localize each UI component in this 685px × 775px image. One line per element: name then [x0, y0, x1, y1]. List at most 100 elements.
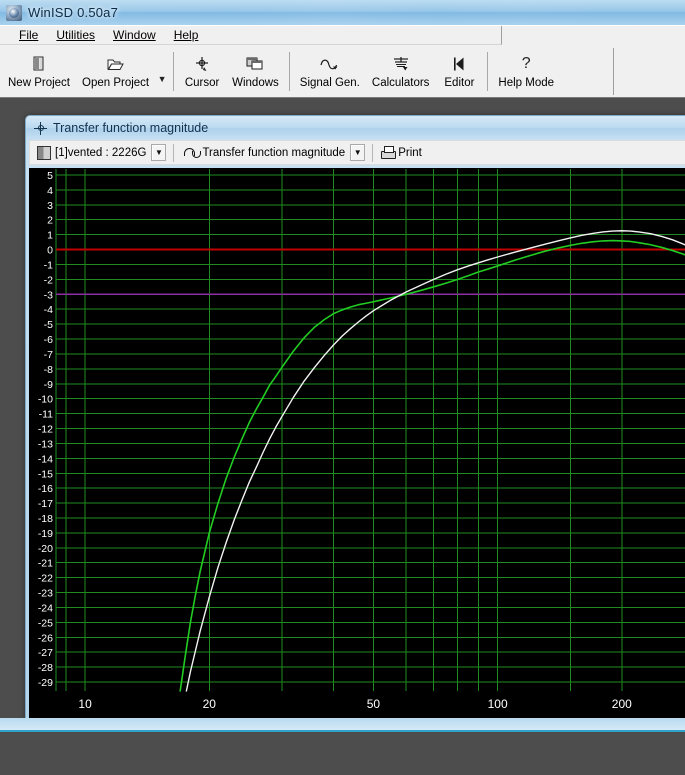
x-tick-label: 20: [203, 697, 217, 711]
waveform-icon: [184, 146, 202, 160]
signal-gen-icon: [319, 53, 341, 75]
application-title-bar[interactable]: WinISD 0.50a7: [0, 0, 685, 25]
toolbar-label-editor: Editor: [444, 77, 475, 89]
project-selector-dropdown-arrow[interactable]: ▼: [151, 144, 167, 161]
y-tick-label: -21: [38, 558, 53, 570]
toolbar-button-editor[interactable]: Editor: [435, 48, 483, 95]
toolbar-label-cursor: Cursor: [184, 77, 220, 89]
y-tick-label: -5: [44, 319, 53, 331]
toolbar-label-help-mode: Help Mode: [498, 77, 555, 89]
application-title: WinISD 0.50a7: [28, 5, 119, 20]
y-tick-label: -1: [44, 259, 53, 271]
new-project-icon: [32, 53, 46, 75]
menu-item-utilities[interactable]: Utilities: [47, 27, 104, 43]
menu-item-window[interactable]: Window: [104, 27, 165, 43]
x-tick-label: 200: [612, 697, 632, 711]
desktop-lower-strip: [0, 730, 685, 775]
toolbar-button-windows[interactable]: Windows: [226, 48, 285, 95]
y-tick-label: -26: [38, 632, 53, 644]
toolbar-separator-1: [173, 52, 175, 91]
child-window-toolbar: [1]vented : 2226G ▼ Transfer function ma…: [29, 140, 685, 165]
y-tick-label: 4: [47, 185, 53, 197]
graph-selector-dropdown-arrow[interactable]: ▼: [350, 144, 366, 161]
child-window-title-bar[interactable]: Transfer function magnitude: [26, 116, 685, 140]
y-tick-label: -25: [38, 617, 53, 629]
help-mode-icon: ?: [521, 55, 531, 72]
menu-item-help[interactable]: Help: [165, 27, 208, 43]
project-selector[interactable]: [1]vented : 2226G ▼: [33, 143, 168, 162]
project-selector-value: [1]vented : 2226G: [55, 146, 147, 159]
y-tick-label: -15: [38, 468, 53, 480]
menu-item-help-label: Help: [173, 28, 199, 42]
y-tick-label: -9: [44, 379, 53, 391]
editor-icon: [451, 53, 467, 75]
y-tick-label: -14: [38, 453, 53, 465]
toolbar-button-help-mode[interactable]: ? Help Mode: [492, 48, 560, 95]
y-tick-label: -19: [38, 528, 53, 540]
toolbar-button-cursor[interactable]: Cursor: [178, 48, 226, 95]
menu-item-file[interactable]: File: [10, 27, 47, 43]
menu-item-window-label: Window: [113, 28, 156, 42]
y-tick-label: -4: [44, 304, 53, 316]
application-window: WinISD 0.50a7 File Utilities Window Help: [0, 0, 685, 720]
toolbar-label-calculators: Calculators: [371, 77, 430, 89]
y-tick-label: 3: [47, 200, 53, 212]
calculators-icon: [391, 53, 411, 75]
child-toolbar-separator-1: [173, 143, 175, 162]
application-client-area: File Utilities Window Help New Project O…: [0, 25, 685, 720]
y-tick-label: 0: [47, 245, 53, 257]
y-tick-label: -11: [39, 409, 54, 421]
main-toolbar: New Project Open Project ▼ Cursor Window…: [0, 46, 685, 97]
toolbar-separator-3: [487, 52, 489, 91]
y-tick-label: 5: [47, 170, 53, 182]
child-toolbar-separator-2: [372, 143, 374, 162]
plot-canvas: 543210-1-2-3-4-5-6-7-8-9-10-11-12-13-14-…: [29, 168, 685, 718]
y-tick-label: -6: [44, 334, 53, 346]
open-project-dropdown-arrow[interactable]: ▼: [155, 48, 169, 95]
y-tick-label: -2: [44, 274, 53, 286]
print-button-label: Print: [398, 146, 422, 159]
print-button[interactable]: Print: [379, 143, 428, 162]
cursor-icon: [193, 53, 211, 75]
menu-item-file-label: File: [19, 28, 39, 42]
toolbar-label-windows: Windows: [232, 77, 279, 89]
y-tick-label: -20: [38, 543, 53, 555]
graph-selector[interactable]: Transfer function magnitude ▼: [180, 143, 367, 162]
toolbar-label-open-project: Open Project: [82, 77, 150, 89]
speaker-icon: [37, 145, 51, 160]
y-tick-label: -18: [38, 513, 53, 525]
child-window-title: Transfer function magnitude: [53, 121, 209, 135]
toolbar-separator-2: [288, 52, 290, 91]
x-tick-label: 50: [367, 697, 381, 711]
x-tick-label: 10: [78, 697, 92, 711]
x-tick-label: 100: [488, 697, 508, 711]
y-tick-label: -12: [38, 424, 53, 436]
toolbar-button-calculators[interactable]: Calculators: [366, 48, 436, 95]
application-icon: [6, 4, 22, 21]
y-tick-label: -22: [38, 573, 53, 585]
y-tick-label: 1: [47, 230, 53, 242]
y-tick-label: -28: [38, 662, 53, 674]
toolbar-label-signal-gen: Signal Gen.: [299, 77, 360, 89]
toolbar-button-signal-gen[interactable]: Signal Gen.: [294, 48, 366, 95]
mdi-workspace: Transfer function magnitude [1]vented : …: [0, 97, 685, 720]
y-tick-label: -29: [38, 677, 53, 689]
y-tick-label: -7: [44, 349, 53, 361]
y-tick-label: -27: [38, 647, 53, 659]
menu-item-utilities-label: Utilities: [56, 28, 96, 42]
y-tick-label: -13: [38, 438, 53, 450]
printer-icon: [380, 146, 397, 159]
open-project-icon: [107, 53, 125, 75]
child-window-transfer-function: Transfer function magnitude [1]vented : …: [25, 115, 685, 720]
transfer-function-plot[interactable]: 5 4 3 2 1 0 -1 -2 -3 -4 -5 -6 -7 -8 -9 -10 -11 -12 -13 -14-…: [29, 168, 685, 718]
y-tick-label: -17: [38, 498, 53, 510]
y-tick-label: -10: [38, 394, 53, 406]
toolbar-button-open-project[interactable]: Open Project: [76, 48, 155, 95]
y-tick-label: 2: [47, 215, 53, 227]
windows-icon: [246, 53, 264, 75]
toolbar-label-new-project: New Project: [8, 77, 70, 89]
crosshair-icon: [34, 121, 47, 135]
y-tick-label: -24: [38, 602, 53, 614]
toolbar-button-new-project[interactable]: New Project: [2, 48, 76, 95]
window-bottom-edge: [0, 718, 685, 730]
